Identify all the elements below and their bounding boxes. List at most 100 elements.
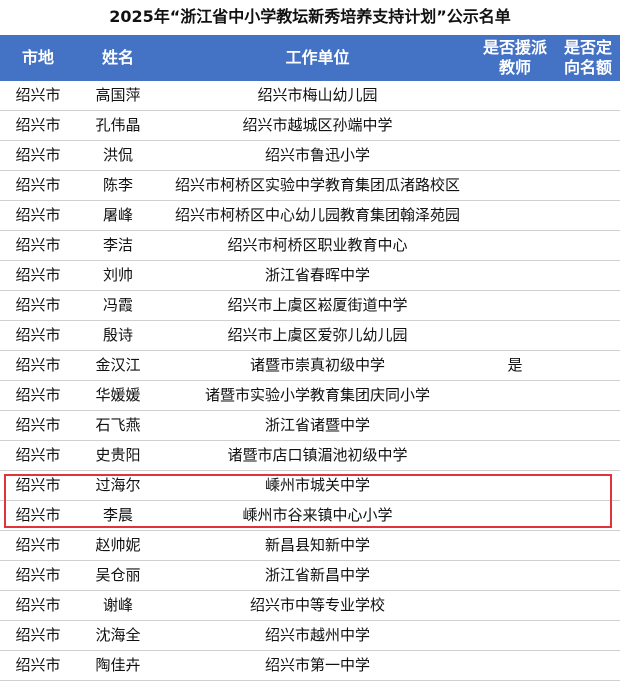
header-aid-teacher: 是否援派教师 xyxy=(483,38,548,77)
cell-city: 绍兴市 xyxy=(15,326,61,344)
cell-targeted xyxy=(555,531,620,560)
cell-name: 高国萍 xyxy=(95,86,141,104)
cell-name: 赵帅妮 xyxy=(95,536,141,554)
cell-city: 绍兴市 xyxy=(15,266,61,284)
cell-name: 刘帅 xyxy=(102,266,133,284)
cell-city: 绍兴市 xyxy=(15,536,61,554)
cell-aid-teacher xyxy=(475,381,555,410)
cell-targeted xyxy=(555,381,620,410)
table-row: 绍兴市 冯霞 绍兴市上虞区崧厦街道中学 xyxy=(0,291,620,321)
table-row: 绍兴市 谢峰 绍兴市中等专业学校 xyxy=(0,591,620,621)
cell-aid-teacher xyxy=(475,651,555,680)
cell-unit: 绍兴市越城区孙端中学 xyxy=(242,116,393,134)
cell-city: 绍兴市 xyxy=(15,176,61,194)
cell-aid-teacher xyxy=(475,531,555,560)
cell-city: 绍兴市 xyxy=(15,146,61,164)
table-row: 绍兴市 陈李 绍兴市柯桥区实验中学教育集团瓜渚路校区 xyxy=(0,171,620,201)
cell-unit: 绍兴市柯桥区职业教育中心 xyxy=(227,236,408,254)
cell-name: 冯霞 xyxy=(102,296,133,314)
table-row: 绍兴市 吴仓丽 浙江省新昌中学 xyxy=(0,561,620,591)
cell-targeted xyxy=(555,291,620,320)
cell-aid-teacher xyxy=(475,291,555,320)
cell-aid-teacher xyxy=(475,141,555,170)
cell-city: 绍兴市 xyxy=(15,356,61,374)
cell-aid-teacher xyxy=(475,441,555,470)
cell-unit: 绍兴市鲁迅小学 xyxy=(264,146,370,164)
cell-city: 绍兴市 xyxy=(15,596,61,614)
table-row: 绍兴市 屠峰 绍兴市柯桥区中心幼儿园教育集团翰泽苑园 xyxy=(0,201,620,231)
cell-targeted xyxy=(555,651,620,680)
cell-name: 石飞燕 xyxy=(95,416,141,434)
cell-name: 洪侃 xyxy=(102,146,133,164)
cell-city: 绍兴市 xyxy=(15,236,61,254)
cell-targeted xyxy=(555,441,620,470)
table-row: 绍兴市 洪侃 绍兴市鲁迅小学 xyxy=(0,141,620,171)
cell-city: 绍兴市 xyxy=(15,416,61,434)
cell-city: 绍兴市 xyxy=(15,656,61,674)
table-header: 市地 姓名 工作单位 是否援派教师 是否定向名额 xyxy=(0,35,620,81)
cell-city: 绍兴市 xyxy=(15,386,61,404)
cell-name: 陈李 xyxy=(102,176,133,194)
cell-targeted xyxy=(555,591,620,620)
cell-unit: 浙江省新昌中学 xyxy=(264,566,370,584)
table-row: 绍兴市 沈海全 绍兴市越州中学 xyxy=(0,621,620,651)
cell-targeted xyxy=(555,561,620,590)
cell-name: 陶佳卉 xyxy=(95,656,141,674)
cell-unit: 绍兴市柯桥区实验中学教育集团瓜渚路校区 xyxy=(174,176,460,194)
table-row: 绍兴市 李洁 绍兴市柯桥区职业教育中心 xyxy=(0,231,620,261)
table-body: 绍兴市 高国萍 绍兴市梅山幼儿园 绍兴市 孔伟晶 绍兴市越城区孙端中学 绍兴市 洪侃 绍兴市鲁迅… xyxy=(0,81,620,681)
cell-unit: 绍兴市越州中学 xyxy=(264,626,370,644)
cell-city: 绍兴市 xyxy=(15,86,61,104)
cell-targeted xyxy=(555,321,620,350)
cell-name: 沈海全 xyxy=(95,626,141,644)
cell-city: 绍兴市 xyxy=(15,206,61,224)
cell-name: 殷诗 xyxy=(102,326,133,344)
cell-targeted xyxy=(555,411,620,440)
cell-targeted xyxy=(555,261,620,290)
cell-unit: 新昌县知新中学 xyxy=(264,536,370,554)
cell-aid-teacher xyxy=(475,231,555,260)
cell-targeted xyxy=(555,171,620,200)
cell-city: 绍兴市 xyxy=(15,566,61,584)
table-row: 绍兴市 石飞燕 浙江省诸暨中学 xyxy=(0,411,620,441)
cell-name: 屠峰 xyxy=(102,206,133,224)
cell-city: 绍兴市 xyxy=(15,626,61,644)
cell-aid-teacher xyxy=(475,261,555,290)
cell-unit: 诸暨市崇真初级中学 xyxy=(249,356,385,374)
cell-name: 孔伟晶 xyxy=(95,116,141,134)
table-row: 绍兴市 赵帅妮 新昌县知新中学 xyxy=(0,531,620,561)
table-row: 绍兴市 刘帅 浙江省春晖中学 xyxy=(0,261,620,291)
cell-targeted xyxy=(555,621,620,650)
table-row: 绍兴市 史贵阳 诸暨市店口镇湄池初级中学 xyxy=(0,441,620,471)
cell-unit: 绍兴市梅山幼儿园 xyxy=(257,86,378,104)
cell-unit: 浙江省春晖中学 xyxy=(264,266,370,284)
cell-city: 绍兴市 xyxy=(15,446,61,464)
table-row: 绍兴市 陶佳卉 绍兴市第一中学 xyxy=(0,651,620,681)
header-targeted: 是否定向名额 xyxy=(563,38,612,77)
cell-aid-teacher xyxy=(475,621,555,650)
page-title: 2025年“浙江省中小学教坛新秀培养支持计划”公示名单 xyxy=(109,7,511,26)
cell-aid-teacher xyxy=(475,171,555,200)
cell-name: 史贵阳 xyxy=(95,446,141,464)
cell-name: 华媛媛 xyxy=(95,386,141,404)
cell-targeted xyxy=(555,351,620,380)
cell-name: 李洁 xyxy=(102,236,133,254)
cell-aid-teacher xyxy=(475,201,555,230)
cell-unit: 绍兴市上虞区爱弥儿幼儿园 xyxy=(227,326,408,344)
cell-targeted xyxy=(555,201,620,230)
cell-aid-teacher xyxy=(475,321,555,350)
header-city: 市地 xyxy=(21,48,54,67)
cell-aid-teacher xyxy=(475,111,555,140)
table-row: 绍兴市 殷诗 绍兴市上虞区爱弥儿幼儿园 xyxy=(0,321,620,351)
cell-unit: 绍兴市中等专业学校 xyxy=(249,596,385,614)
table-row: 绍兴市 金汉江 诸暨市崇真初级中学 是 xyxy=(0,351,620,381)
header-unit: 工作单位 xyxy=(285,48,350,67)
cell-city: 绍兴市 xyxy=(15,116,61,134)
cell-unit: 绍兴市上虞区崧厦街道中学 xyxy=(227,296,408,314)
cell-targeted xyxy=(555,231,620,260)
cell-aid-teacher xyxy=(475,411,555,440)
cell-targeted xyxy=(555,111,620,140)
table-row: 绍兴市 孔伟晶 绍兴市越城区孙端中学 xyxy=(0,111,620,141)
cell-targeted xyxy=(555,141,620,170)
cell-name: 谢峰 xyxy=(102,596,133,614)
